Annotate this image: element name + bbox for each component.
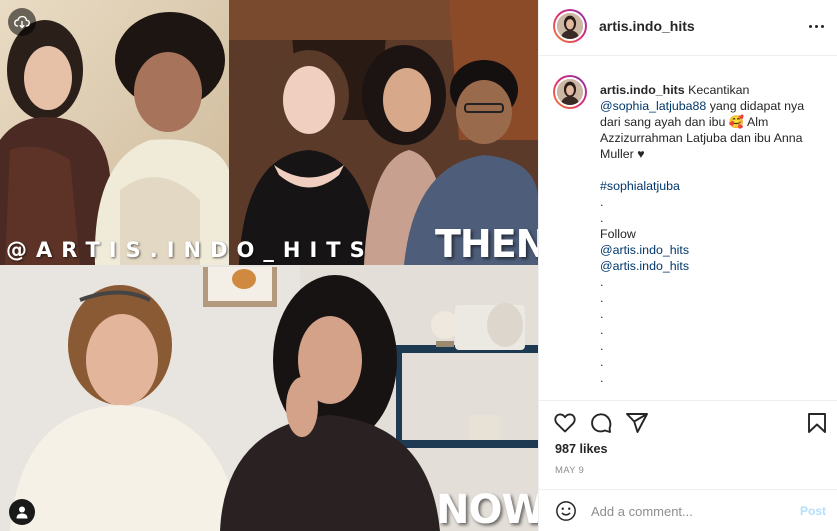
caption-mention[interactable]: @artis.indo_hits (600, 242, 825, 258)
comment-input[interactable] (591, 499, 791, 523)
caption-mention[interactable]: @sophia_latjuba88 (600, 99, 706, 113)
caption-dot: . (600, 211, 604, 225)
caption-follow: Follow (600, 227, 636, 241)
person-tag-icon[interactable] (9, 499, 35, 525)
likes-count[interactable]: 987 likes (555, 442, 608, 456)
label-now: NOW (436, 487, 538, 531)
comment-bubble-icon[interactable] (589, 411, 613, 435)
more-horizontal-icon[interactable] (804, 14, 828, 38)
caption-dot: . (600, 275, 604, 289)
heart-icon[interactable] (553, 411, 577, 435)
avatar[interactable] (553, 9, 587, 43)
caption-text: artis.indo_hits Kecantikan @sophia_latju… (600, 82, 825, 386)
comment-bar: Post (539, 489, 837, 531)
watermark-handle: @ARTIS.INDO_HITS (6, 238, 374, 262)
heart-emoji-icon: ♥ (637, 147, 645, 161)
caption-dot: . (600, 195, 604, 209)
caption-username[interactable]: artis.indo_hits (600, 83, 685, 97)
caption-dot: . (600, 355, 604, 369)
caption-dot: . (600, 307, 604, 321)
caption-area: artis.indo_hits Kecantikan @sophia_latju… (539, 57, 837, 400)
caption-mention[interactable]: @artis.indo_hits (600, 258, 825, 274)
post-sidebar: artis.indo_hits artis.indo_hits Kecantik… (538, 0, 837, 531)
caption-avatar[interactable] (553, 75, 587, 109)
caption-dot: . (600, 339, 604, 353)
header-username[interactable]: artis.indo_hits (599, 18, 695, 34)
cloud-download-icon[interactable] (8, 8, 36, 36)
caption-dot: . (600, 323, 604, 337)
photo-then-left (0, 0, 229, 265)
action-bar: 987 likes MAY 9 (539, 400, 837, 484)
bookmark-icon[interactable] (805, 411, 829, 435)
caption-text-1: Kecantikan (688, 83, 750, 97)
smiling-hearts-emoji-icon: 🥰 (728, 115, 745, 129)
caption-dot: . (600, 291, 604, 305)
post-image[interactable]: @ARTIS.INDO_HITS THEN NOW (0, 0, 538, 531)
post-header: artis.indo_hits (539, 0, 837, 56)
post-button[interactable]: Post (800, 504, 826, 518)
smiley-icon[interactable] (555, 500, 577, 522)
caption-dot: . (600, 371, 604, 385)
paper-plane-icon[interactable] (625, 411, 649, 435)
caption-hashtag[interactable]: #sophialatjuba (600, 178, 825, 194)
label-then: THEN (435, 222, 538, 266)
post-date[interactable]: MAY 9 (555, 465, 584, 476)
